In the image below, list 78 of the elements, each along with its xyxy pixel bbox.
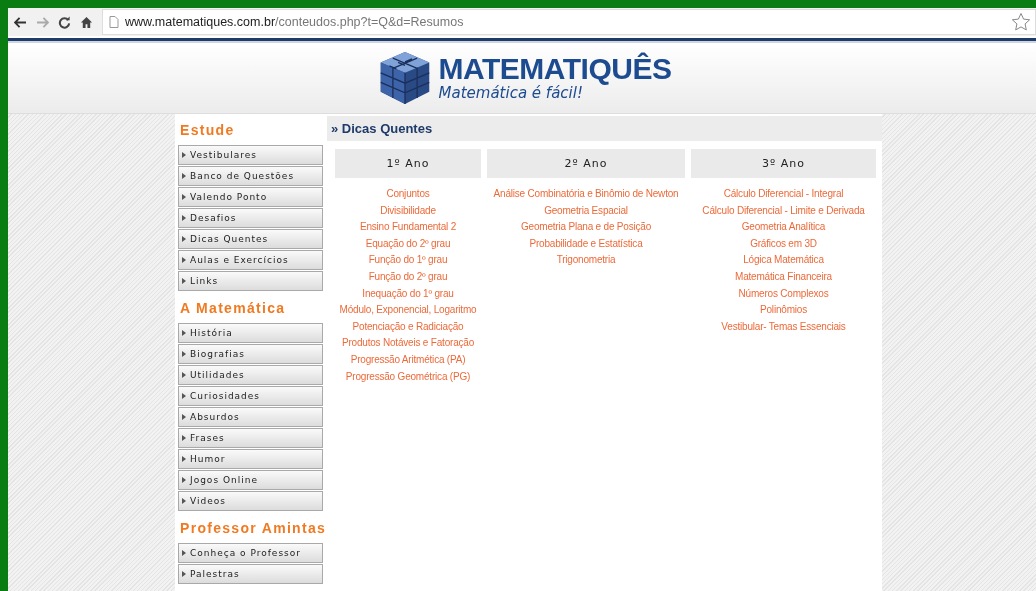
triangle-icon (182, 498, 186, 504)
sidebar-item[interactable]: Absurdos (178, 407, 323, 427)
topic-link[interactable]: Divisibilidade (380, 204, 436, 216)
topic-link[interactable]: Produtos Notáveis e Fatoração (341, 337, 475, 349)
sidebar-item[interactable]: Frases (178, 428, 323, 448)
sidebar-item[interactable]: História (178, 323, 323, 343)
sidebar-item[interactable]: Banco de Questões (178, 166, 323, 186)
topic-link[interactable]: Progressão Aritmética (PA) (350, 353, 466, 365)
cube-icon (378, 50, 431, 106)
triangle-icon (182, 278, 186, 284)
triangle-icon (182, 152, 186, 158)
topic-link[interactable]: Conjuntos (386, 188, 430, 199)
site-title[interactable]: MATEMATIQUÊS (438, 54, 672, 84)
topic-link[interactable]: Inequação do 1º grau (362, 287, 454, 299)
reload-icon[interactable] (58, 15, 71, 29)
topic-link[interactable]: Cálculo Diferencial - Integral (723, 188, 844, 199)
triangle-icon (182, 330, 186, 336)
topic-link[interactable]: Geometria Analítica (741, 221, 826, 233)
topic-link[interactable]: Módulo, Exponencial, Logaritmo (339, 304, 477, 316)
topic-link[interactable]: Potenciação e Radiciação (352, 320, 464, 332)
triangle-icon (182, 236, 186, 242)
topic-link[interactable]: Lógica Matemática (743, 254, 824, 266)
back-arrow-icon[interactable] (14, 16, 27, 28)
triangle-icon (182, 393, 186, 399)
sidebar-item[interactable]: Curiosidades (178, 386, 323, 406)
sidebar-heading: A Matemática (179, 299, 287, 318)
address-field[interactable]: www.matematiques.com.br/conteudos.php?t=Q&d=Resumos (102, 9, 1036, 35)
topic-link[interactable]: Números Complexos (738, 287, 829, 299)
triangle-icon (182, 571, 186, 577)
triangle-icon (182, 414, 186, 420)
topic-link[interactable]: Trigonometria (556, 254, 616, 266)
topic-link[interactable]: Matemática Financeira (735, 270, 832, 282)
sidebar-item[interactable]: Humor (178, 449, 323, 469)
star-icon[interactable] (1011, 12, 1031, 32)
sidebar-item[interactable]: Palestras (178, 564, 323, 584)
triangle-icon (182, 194, 186, 200)
sidebar-item[interactable]: Videos (178, 491, 323, 511)
triangle-icon (182, 257, 186, 263)
home-icon[interactable] (80, 15, 93, 29)
triangle-icon (182, 215, 186, 221)
column-heading: 2º Ano (487, 149, 685, 178)
sidebar-item[interactable]: Desafios (178, 208, 323, 228)
sidebar-item[interactable]: Utilidades (178, 365, 323, 385)
section-title: » Dicas Quentes (327, 116, 882, 141)
triangle-icon (182, 456, 186, 462)
topic-link[interactable]: Geometria Espacial (544, 204, 628, 216)
topic-link[interactable]: Polinômios (760, 304, 807, 316)
sidebar-item[interactable]: Valendo Ponto (178, 187, 323, 207)
triangle-icon (182, 372, 186, 378)
sidebar-item[interactable]: Vestibulares (178, 145, 323, 165)
sidebar-item[interactable]: Aulas e Exercícios (178, 250, 323, 270)
sidebar-item[interactable]: Jogos Online (178, 470, 323, 490)
triangle-icon (182, 435, 186, 441)
page-icon (109, 16, 119, 28)
column-heading: 3º Ano (691, 149, 876, 178)
topic-link[interactable]: Geometria Plana e de Posição (520, 221, 651, 233)
topic-link[interactable]: Vestibular- Temas Essenciais (721, 320, 846, 332)
sidebar-item[interactable]: Conheça o Professor (178, 543, 323, 563)
sidebar-item[interactable]: Dicas Quentes (178, 229, 323, 249)
column-heading: 1º Ano (335, 149, 481, 178)
sidebar-heading: Estude (179, 121, 236, 140)
site-tagline: Matemática é fácil! (438, 84, 583, 102)
topic-link[interactable]: Equação do 2º grau (365, 237, 451, 249)
sidebar-item[interactable]: Links (178, 271, 323, 291)
topic-link[interactable]: Gráficos em 3D (750, 237, 817, 249)
triangle-icon (182, 351, 186, 357)
triangle-icon (182, 173, 186, 179)
topic-link[interactable]: Análise Combinatória e Binômio de Newton (493, 188, 679, 199)
topic-link[interactable]: Cálculo Diferencial - Limite e Derivada (702, 204, 865, 216)
sidebar-heading: Professor Amintas (179, 519, 323, 538)
topic-link[interactable]: Progressão Geométrica (PG) (345, 370, 471, 382)
triangle-icon (182, 477, 186, 483)
topic-link[interactable]: Probabilidade e Estatística (529, 237, 643, 249)
sidebar-item[interactable]: Biografias (178, 344, 323, 364)
topic-link[interactable]: Função do 2º grau (368, 270, 448, 282)
topic-link[interactable]: Ensino Fundamental 2 (359, 221, 457, 233)
topic-link[interactable]: Função do 1º grau (368, 254, 448, 266)
triangle-icon (182, 550, 186, 556)
